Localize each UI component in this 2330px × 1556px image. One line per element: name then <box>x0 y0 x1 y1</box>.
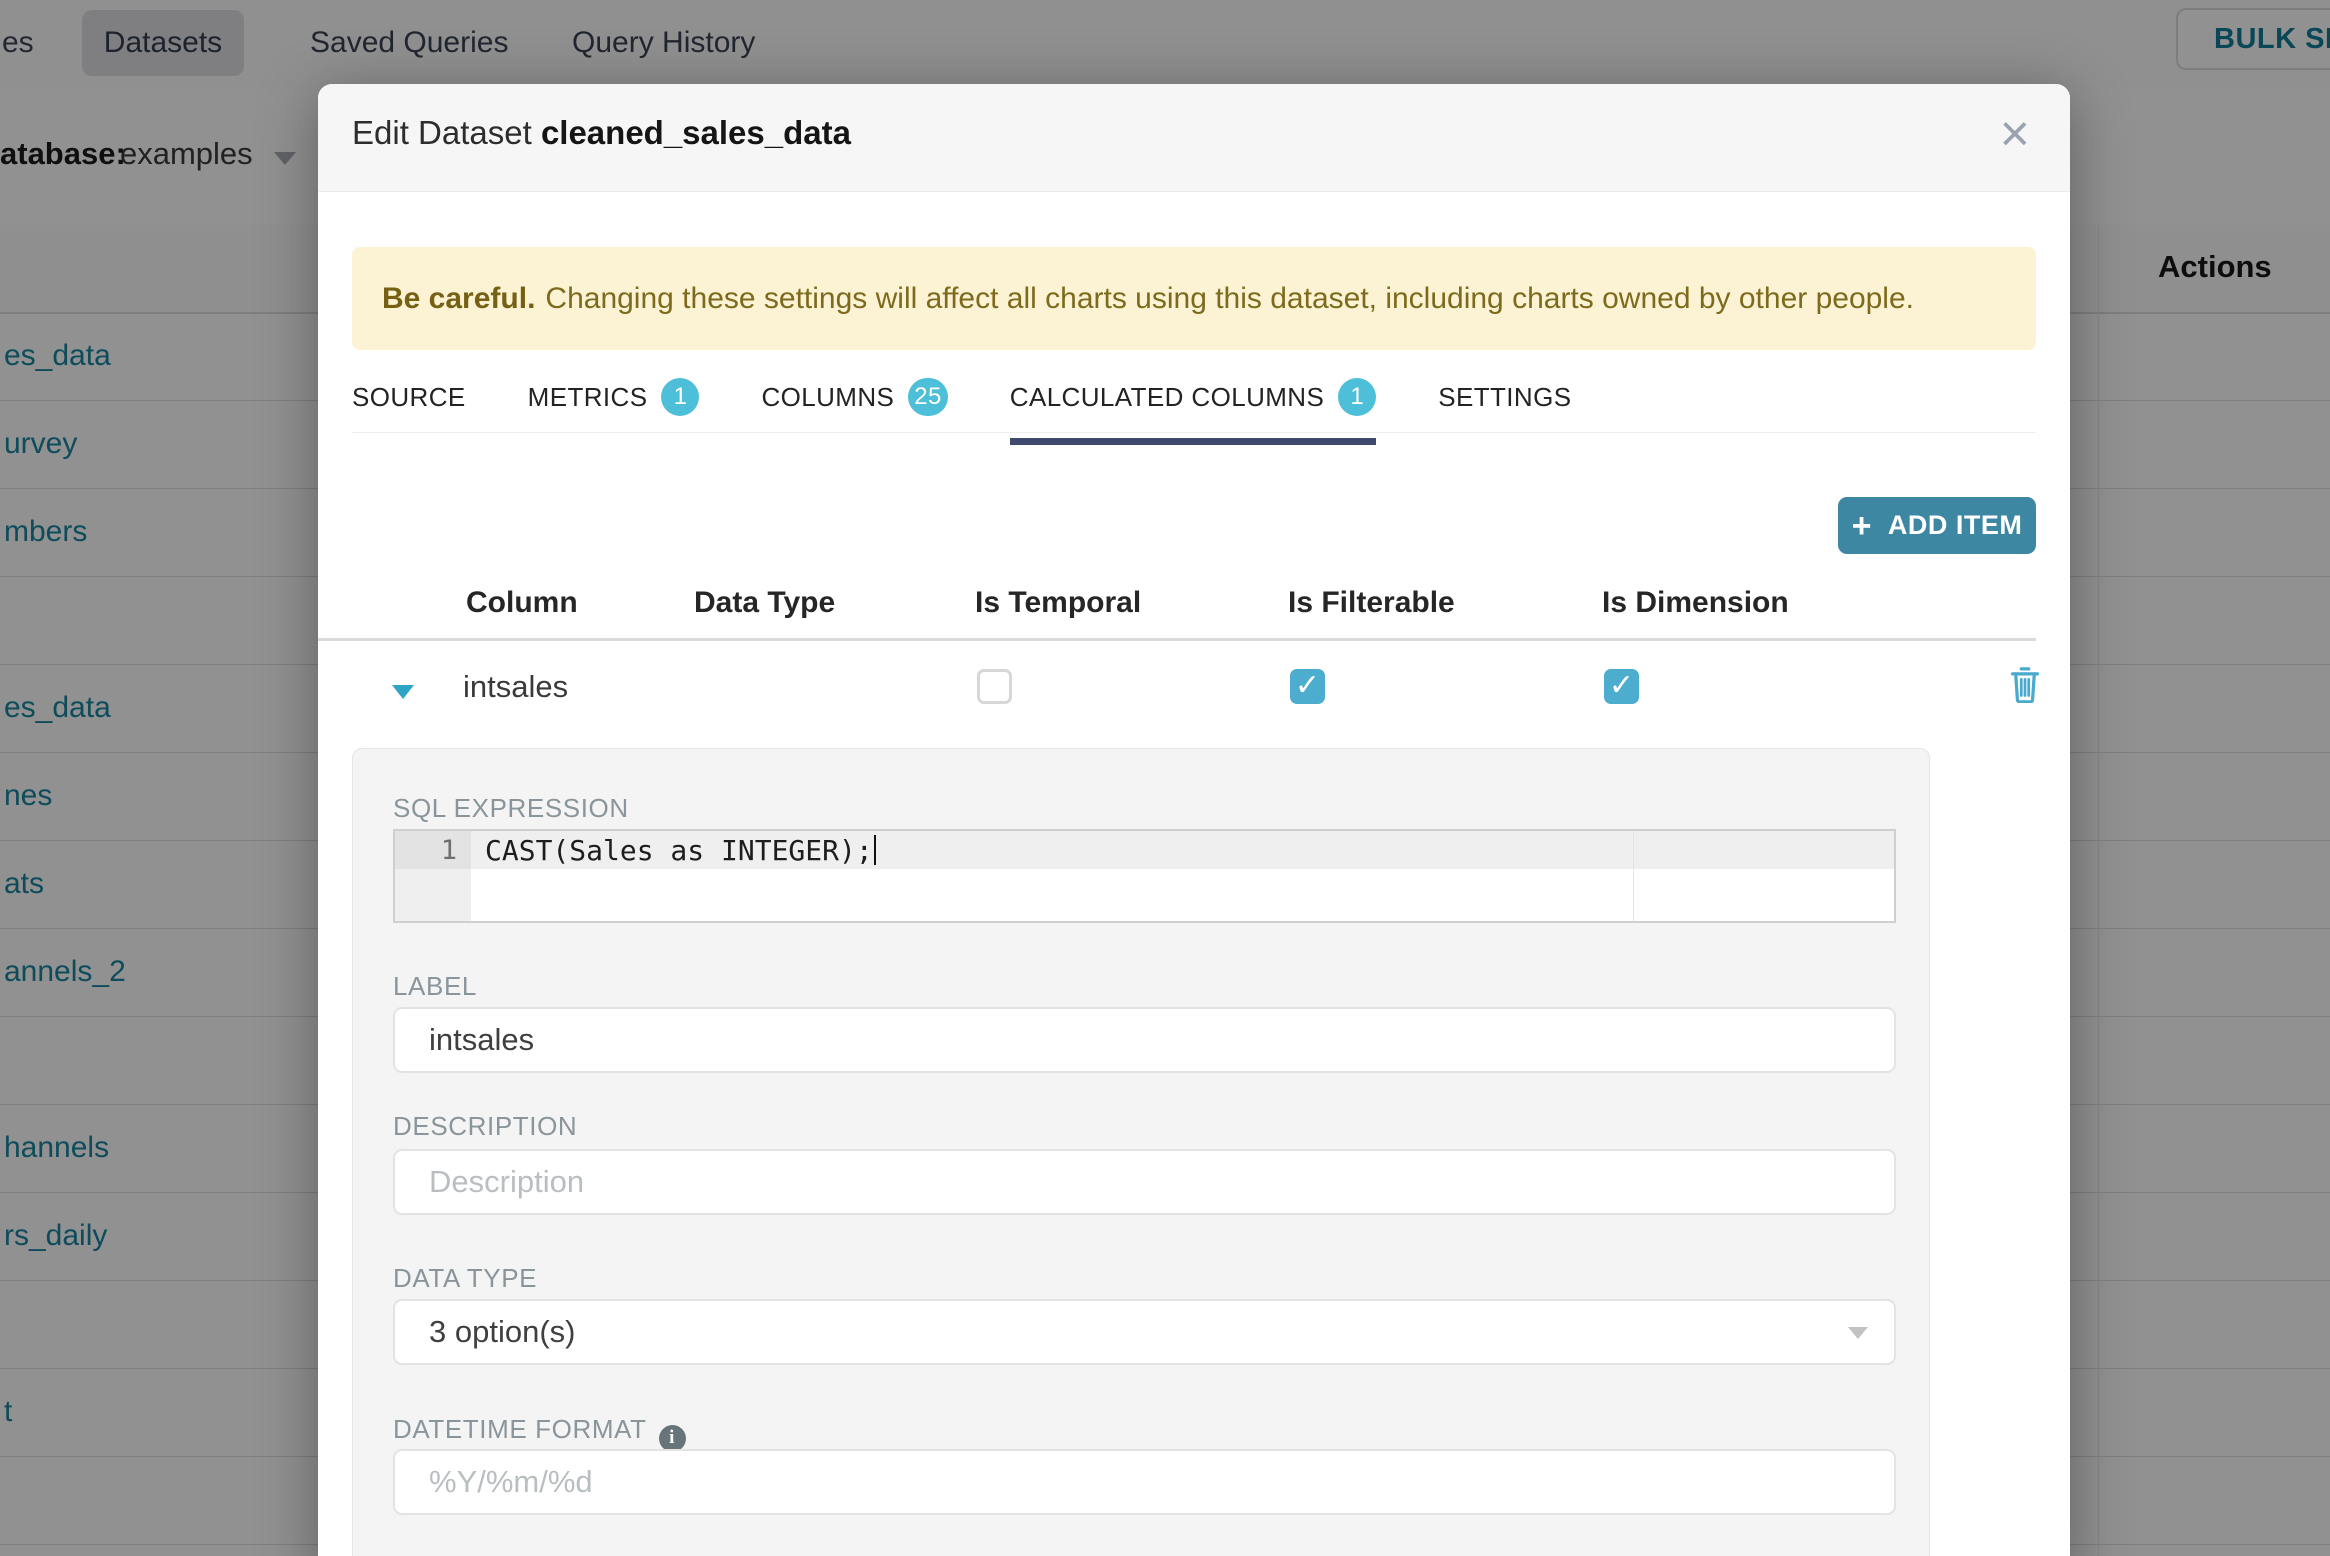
count-badge: 1 <box>661 378 700 416</box>
tab-source[interactable]: SOURCE <box>352 378 466 445</box>
warning-text: Changing these settings will affect all … <box>545 281 1914 315</box>
editor-print-margin <box>1633 831 1634 921</box>
screen: es Datasets Saved Queries Query History … <box>0 0 2330 1556</box>
tabs-divider <box>352 432 2036 433</box>
label-label: LABEL <box>393 971 477 1001</box>
sql-expression-editor[interactable]: 1 CAST(Sales as INTEGER); <box>393 829 1896 923</box>
delete-icon[interactable] <box>2010 667 2040 708</box>
description-placeholder: Description <box>429 1164 585 1199</box>
is-dimension-checkbox[interactable] <box>1604 669 1639 704</box>
data-type-select[interactable]: 3 option(s) <box>393 1299 1896 1365</box>
tab-calculated-columns[interactable]: CALCULATED COLUMNS 1 <box>1009 378 1377 445</box>
add-item-button[interactable]: + ADD ITEM <box>1838 497 2036 554</box>
count-badge: 25 <box>908 378 948 416</box>
tab-settings[interactable]: SETTINGS <box>1438 378 1571 445</box>
header-column: Column <box>466 586 578 619</box>
datetime-format-label-text: DATETIME FORMAT <box>393 1414 647 1444</box>
header-is-filterable: Is Filterable <box>1288 586 1455 619</box>
sql-code: CAST(Sales as INTEGER); <box>485 834 876 867</box>
modal-tabs: SOURCE METRICS 1 COLUMNS 25 CALCULATED C… <box>352 378 1571 445</box>
header-data-type: Data Type <box>694 586 836 619</box>
data-type-value: 3 option(s) <box>429 1314 576 1349</box>
add-item-label: ADD ITEM <box>1887 510 2023 540</box>
label-input[interactable]: intsales <box>393 1007 1896 1073</box>
description-label: DESCRIPTION <box>393 1111 578 1141</box>
tab-label: METRICS <box>527 381 648 412</box>
datetime-format-input[interactable]: %Y/%m/%d <box>393 1449 1896 1515</box>
editor-line-number: 1 <box>395 831 471 869</box>
tab-columns[interactable]: COLUMNS 25 <box>761 378 948 445</box>
header-is-dimension: Is Dimension <box>1602 586 1789 619</box>
tab-label: COLUMNS <box>761 381 895 412</box>
label-value: intsales <box>429 1022 535 1057</box>
warning-bold: Be careful. <box>382 281 536 315</box>
modal-title: Edit Dataset cleaned_sales_data <box>352 114 851 152</box>
chevron-down-icon <box>1848 1327 1868 1339</box>
sql-code-text: CAST(Sales as INTEGER); <box>485 834 873 867</box>
datetime-format-placeholder: %Y/%m/%d <box>429 1464 593 1499</box>
tab-label: CALCULATED COLUMNS <box>1009 381 1325 412</box>
tab-label: SETTINGS <box>1438 381 1572 412</box>
data-type-label: DATA TYPE <box>393 1263 538 1293</box>
plus-icon: + <box>1851 506 1872 545</box>
close-icon[interactable]: × <box>2000 108 2030 160</box>
column-detail-panel: SQL EXPRESSION 1 CAST(Sales as INTEGER);… <box>352 748 1930 1556</box>
calculated-columns-header-row: Column Data Type Is Temporal Is Filterab… <box>318 580 2002 638</box>
description-input[interactable]: Description <box>393 1149 1896 1215</box>
modal-header: Edit Dataset cleaned_sales_data × <box>318 84 2070 192</box>
tab-metrics[interactable]: METRICS 1 <box>528 378 700 445</box>
header-is-temporal: Is Temporal <box>975 586 1142 619</box>
collapse-caret-icon[interactable] <box>392 685 414 699</box>
count-badge: 1 <box>1338 378 1377 416</box>
warning-banner: Be careful. Changing these settings will… <box>352 247 2036 350</box>
edit-dataset-modal: Edit Dataset cleaned_sales_data × Be car… <box>318 84 2070 1556</box>
is-temporal-checkbox[interactable] <box>977 669 1012 704</box>
modal-title-prefix: Edit Dataset <box>352 114 532 151</box>
tab-label: SOURCE <box>352 381 466 412</box>
table-row: intsales <box>318 641 2040 748</box>
column-name: intsales <box>463 669 569 704</box>
is-filterable-checkbox[interactable] <box>1290 669 1325 704</box>
datetime-format-label: DATETIME FORMAT i <box>393 1414 686 1452</box>
text-cursor <box>873 835 876 865</box>
sql-expression-label: SQL EXPRESSION <box>393 793 629 823</box>
info-icon: i <box>658 1424 686 1452</box>
modal-title-dataset-name: cleaned_sales_data <box>540 114 851 151</box>
